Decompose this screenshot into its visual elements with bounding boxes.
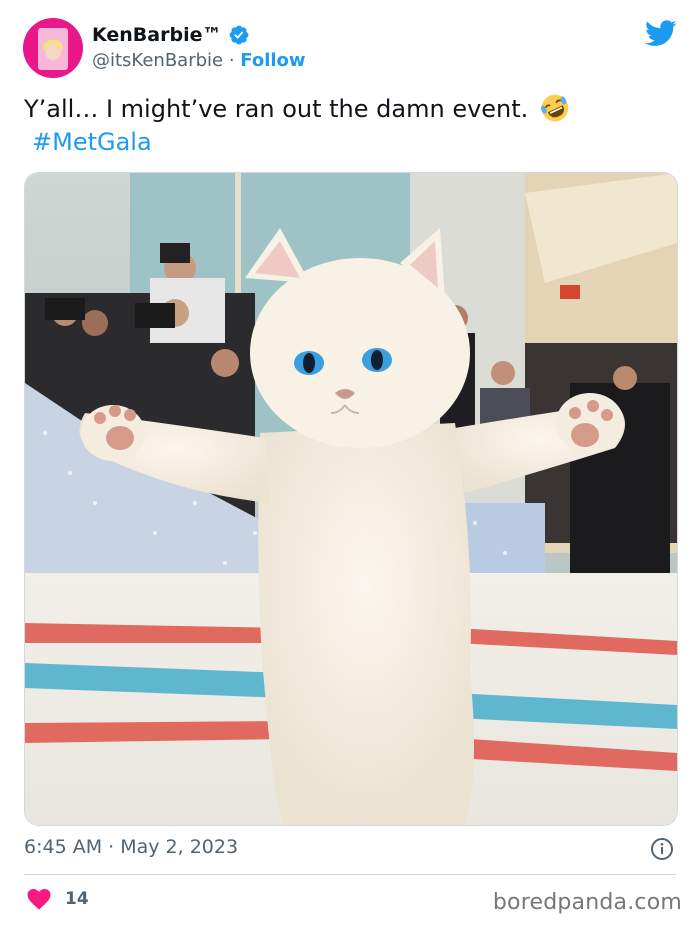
- like-action[interactable]: 14: [27, 888, 89, 910]
- handle[interactable]: @itsKenBarbie: [92, 50, 223, 71]
- tweet-card: KenBarbie™ @itsKenBarbie · Follow Y’all……: [0, 0, 700, 927]
- like-count: 14: [65, 889, 89, 909]
- tweet-timestamp[interactable]: 6:45 AM · May 2, 2023: [24, 836, 238, 858]
- watermark: boredpanda.com: [492, 890, 682, 915]
- info-icon[interactable]: [650, 837, 674, 861]
- avatar[interactable]: [23, 18, 83, 78]
- verified-badge-icon: [230, 25, 249, 45]
- tweet-photo[interactable]: [24, 172, 678, 826]
- heart-icon[interactable]: [27, 888, 51, 910]
- follow-button[interactable]: Follow: [240, 50, 305, 71]
- photo-cat-costume: [25, 173, 677, 825]
- rolling-on-floor-laughing-emoji-icon: [540, 94, 569, 122]
- author-name-row: KenBarbie™: [92, 22, 250, 48]
- tweet-text: Y’all… I might’ve ran out the damn event…: [24, 93, 674, 159]
- twitter-bird-icon[interactable]: [645, 20, 677, 47]
- hashtag-link[interactable]: #MetGala: [32, 128, 152, 156]
- display-name[interactable]: KenBarbie™: [92, 24, 221, 46]
- separator: ·: [223, 50, 241, 71]
- divider: [24, 874, 676, 875]
- tweet-body: Y’all… I might’ve ran out the damn event…: [24, 95, 529, 123]
- handle-row: @itsKenBarbie · Follow: [92, 50, 306, 71]
